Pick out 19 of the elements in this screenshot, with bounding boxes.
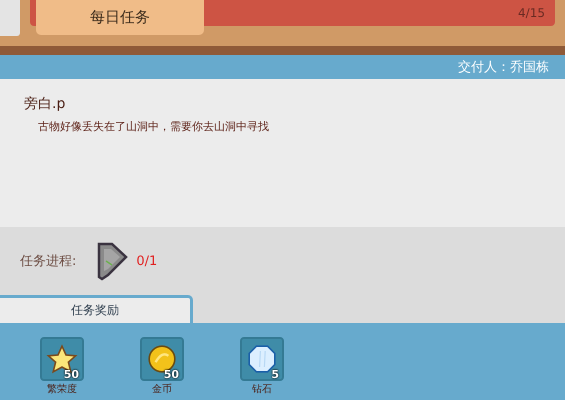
reward-slot[interactable]: 50 bbox=[140, 337, 184, 381]
reward-name: 金币 bbox=[152, 382, 172, 396]
reward-amount: 50 bbox=[164, 368, 179, 381]
side-tab[interactable] bbox=[0, 0, 20, 36]
stone-fragment-icon bbox=[96, 241, 128, 281]
reward-name: 钻石 bbox=[252, 383, 272, 396]
progress-label: 任务进程: bbox=[20, 253, 76, 270]
giver-label: 交付人：乔国栋 bbox=[458, 59, 549, 76]
task-counter: 4/15 bbox=[518, 6, 545, 20]
reward-slot[interactable]: 50 bbox=[40, 337, 84, 381]
progress-count: 0/1 bbox=[136, 254, 158, 268]
daily-task-tab[interactable]: 每日任务 bbox=[36, 0, 204, 35]
reward-name: 繁荣度 bbox=[47, 382, 77, 396]
reward-amount: 5 bbox=[271, 368, 279, 381]
dialog-text: 古物好像丢失在了山洞中，需要你去山洞中寻找 bbox=[38, 119, 269, 134]
speaker-name: 旁白.p bbox=[24, 95, 66, 113]
reward-tab[interactable]: 任务奖励 bbox=[0, 295, 193, 323]
reward-slot[interactable]: 5 bbox=[240, 337, 284, 381]
reward-amount: 50 bbox=[64, 368, 79, 381]
